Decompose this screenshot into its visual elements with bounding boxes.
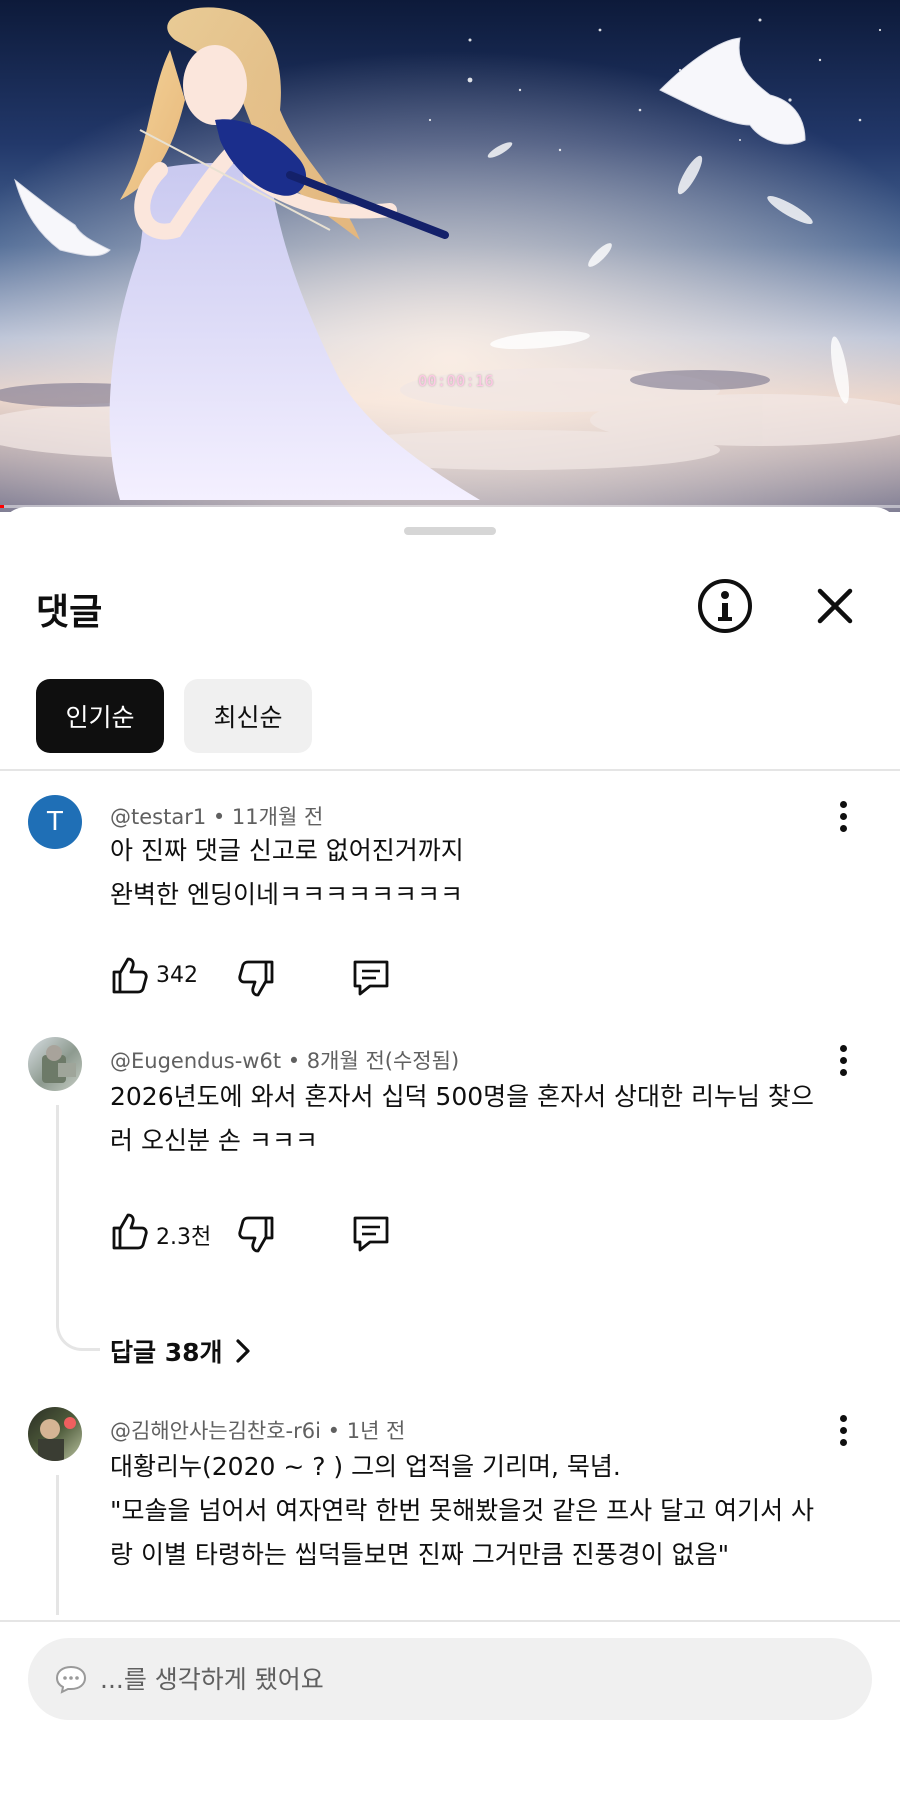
- comment-line: 랑 이별 타령하는 씹덕들보면 진짜 그거만큼 진풍경이 없음": [110, 1540, 730, 1569]
- video-timestamp: 00:00:16: [418, 372, 495, 390]
- comment-text: 대황리누(2020 ~ ? ) 그의 업적을 기리며, 묵념. "모솔을 넘어서…: [110, 1445, 840, 1577]
- avatar[interactable]: [28, 1037, 82, 1091]
- comment-line: 2026년도에 와서 혼자서 십덕 500명을 혼자서 상대한 리누님 찾으: [110, 1082, 814, 1111]
- avatar[interactable]: T: [28, 795, 82, 849]
- comment-input-bar[interactable]: [28, 1638, 872, 1720]
- sheet-title: 댓글: [36, 592, 103, 633]
- comment-text: 2026년도에 와서 혼자서 십덕 500명을 혼자서 상대한 리누님 찾으 러…: [110, 1075, 840, 1163]
- comment-meta: @testar1 • 11개월 전: [110, 805, 324, 829]
- thread-line: [56, 1105, 59, 1321]
- thread-connector: [56, 1321, 100, 1351]
- reply-icon[interactable]: [350, 1213, 392, 1253]
- comment-line: 러 오신분 손 ㅋㅋㅋ: [110, 1126, 318, 1155]
- sort-chip-popular[interactable]: 인기순: [36, 679, 164, 753]
- speech-bubble-icon: [55, 1665, 87, 1694]
- video-player[interactable]: 00:00:16: [0, 0, 900, 512]
- drag-handle[interactable]: [404, 527, 496, 535]
- info-icon-dot: [721, 591, 729, 599]
- avatar-image: [38, 1417, 76, 1461]
- comment-input[interactable]: [100, 1664, 820, 1694]
- thumbs-up-icon[interactable]: [110, 1211, 148, 1251]
- avatar-image: [42, 1045, 76, 1083]
- view-replies-button[interactable]: 답글 38개: [110, 1333, 253, 1369]
- thumbs-up-icon[interactable]: [110, 955, 148, 995]
- header-divider: [0, 769, 900, 771]
- comment-line: 대황리누(2020 ~ ? ) 그의 업적을 기리며, 묵념.: [110, 1452, 621, 1481]
- sort-chip-newest[interactable]: 최신순: [184, 679, 312, 753]
- video-progress-fill: [0, 505, 4, 508]
- view-replies-label: 답글 38개: [110, 1338, 223, 1367]
- video-frame-illustration: [0, 0, 900, 512]
- thread-line: [56, 1475, 59, 1615]
- thumbs-down-icon[interactable]: [238, 1215, 276, 1255]
- comment-line: "모솔을 넘어서 여자연락 한번 못해봤을것 같은 프사 달고 여기서 사: [110, 1496, 815, 1525]
- like-count: 342: [156, 963, 198, 988]
- comment-text: 아 진짜 댓글 신고로 없어진거까지 완벽한 엔딩이네ㅋㅋㅋㅋㅋㅋㅋㅋ: [110, 829, 840, 917]
- like-count: 2.3천: [156, 1225, 212, 1250]
- comment-meta: @김해안사는김찬호-r6i • 1년 전: [110, 1419, 406, 1443]
- avatar[interactable]: [28, 1407, 82, 1461]
- info-icon-base: [718, 617, 732, 621]
- input-divider: [0, 1620, 900, 1622]
- chevron-right-icon: [235, 1339, 250, 1363]
- comment-meta: @Eugendus-w6t • 8개월 전(수정됨): [110, 1049, 460, 1073]
- reply-icon[interactable]: [350, 957, 392, 997]
- thumbs-down-icon[interactable]: [238, 959, 276, 999]
- comment-line: 아 진짜 댓글 신고로 없어진거까지: [110, 836, 464, 865]
- comment-line: 완벽한 엔딩이네ㅋㅋㅋㅋㅋㅋㅋㅋ: [110, 880, 463, 909]
- info-icon[interactable]: [698, 579, 752, 633]
- close-icon[interactable]: [810, 581, 860, 631]
